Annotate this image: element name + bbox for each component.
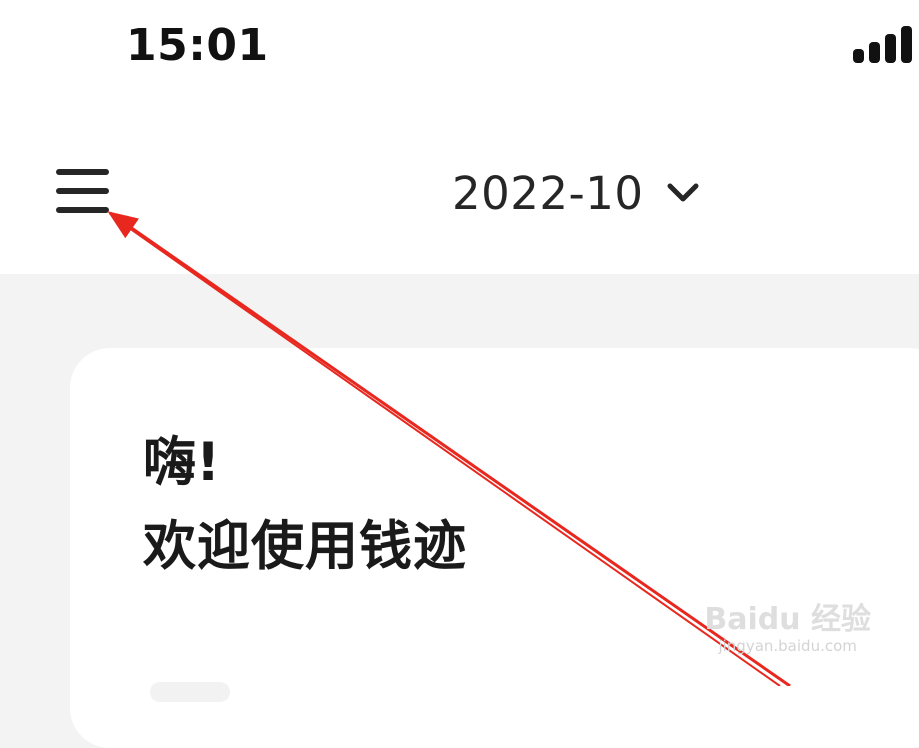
welcome-card: 嗨! 欢迎使用钱迹 bbox=[70, 348, 919, 748]
status-bar: 15:01 bbox=[0, 0, 919, 100]
month-picker[interactable]: 2022-10 bbox=[440, 158, 700, 228]
top-nav: 2022-10 bbox=[0, 100, 919, 274]
status-time: 15:01 bbox=[126, 20, 269, 71]
watermark-url: jingyan.baidu.com bbox=[718, 637, 857, 655]
cellular-signal-icon bbox=[853, 25, 913, 63]
welcome-text: 欢迎使用钱迹 bbox=[143, 516, 467, 577]
watermark-brand: Baidu 经验 bbox=[704, 602, 871, 637]
greeting-text: 嗨! bbox=[143, 432, 221, 493]
hamburger-menu-icon[interactable] bbox=[48, 160, 118, 224]
month-label: 2022-10 bbox=[452, 166, 644, 220]
chevron-down-icon bbox=[667, 183, 699, 202]
baidu-watermark: Baidu 经验 jingyan.baidu.com bbox=[704, 602, 871, 656]
card-button-stub bbox=[150, 682, 230, 702]
